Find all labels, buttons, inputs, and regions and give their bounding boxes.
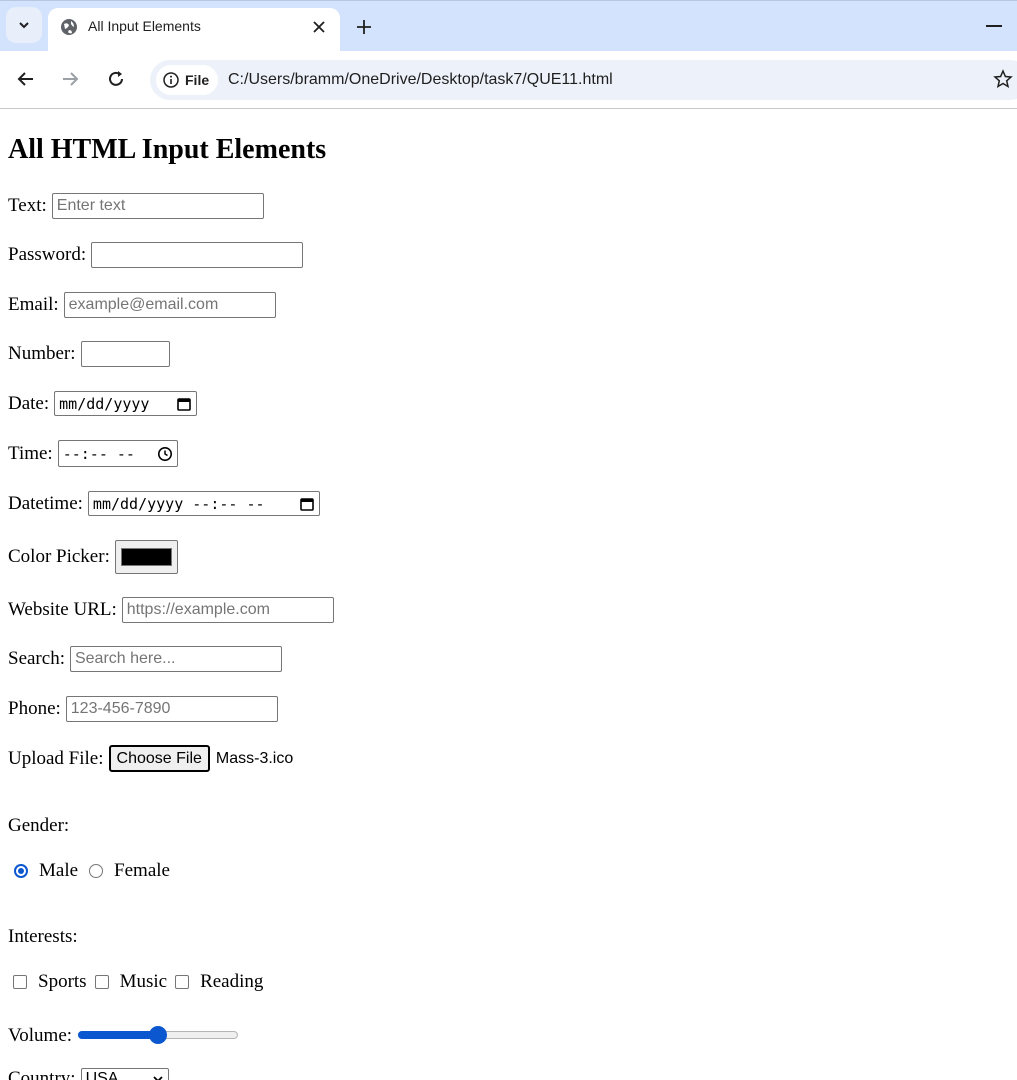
site-chip-label: File bbox=[185, 72, 210, 88]
gender-male-label[interactable]: Male bbox=[39, 860, 78, 882]
country-select[interactable]: USA bbox=[80, 1068, 169, 1080]
search-row: Search: Search here... bbox=[8, 646, 282, 672]
slider-fill bbox=[78, 1030, 159, 1039]
interest-music-label[interactable]: Music bbox=[120, 971, 168, 993]
date-input[interactable]: mm/dd/yyyy bbox=[54, 391, 198, 416]
interests-label: Interests: bbox=[8, 926, 78, 947]
reload-icon[interactable] bbox=[106, 69, 126, 89]
gender-heading-row: Gender: bbox=[8, 815, 69, 837]
back-arrow-icon[interactable] bbox=[16, 69, 36, 89]
time-row: Time: --:-- -- bbox=[8, 440, 178, 467]
country-row: Country: USA bbox=[8, 1068, 169, 1080]
interest-music-checkbox[interactable] bbox=[94, 975, 109, 989]
text-input[interactable]: Enter text bbox=[51, 193, 264, 219]
url-input[interactable]: https://example.com bbox=[121, 597, 334, 623]
date-placeholder: mm/dd/yyyy bbox=[59, 394, 150, 413]
browser-toolbar: File C:/Users/bramm/OneDrive/Desktop/tas… bbox=[0, 51, 1017, 109]
browser-tab[interactable]: All Input Elements bbox=[48, 8, 340, 51]
email-label: Email: bbox=[8, 294, 59, 315]
password-row: Password: bbox=[8, 242, 304, 268]
site-info-chip[interactable]: File bbox=[156, 65, 218, 95]
interests-heading-row: Interests: bbox=[8, 926, 78, 948]
email-row: Email: example@email.com bbox=[8, 292, 276, 318]
close-tab-icon[interactable] bbox=[310, 18, 328, 36]
clock-icon[interactable] bbox=[157, 446, 173, 462]
phone-label: Phone: bbox=[8, 698, 61, 719]
globe-icon bbox=[61, 19, 77, 35]
gender-female-label[interactable]: Female bbox=[114, 860, 170, 882]
url-text[interactable]: C:/Users/bramm/OneDrive/Desktop/task7/QU… bbox=[228, 71, 613, 89]
info-icon bbox=[163, 72, 179, 88]
phone-row: Phone: 123-456-7890 bbox=[8, 696, 278, 722]
search-label: Search: bbox=[8, 648, 65, 669]
volume-slider[interactable] bbox=[78, 1024, 239, 1044]
tab-title: All Input Elements bbox=[88, 18, 201, 34]
gender-male-radio[interactable] bbox=[14, 864, 28, 878]
country-label: Country: bbox=[8, 1068, 76, 1080]
new-tab-icon[interactable] bbox=[354, 17, 374, 37]
time-input[interactable]: --:-- -- bbox=[57, 440, 178, 467]
page-content: All HTML Input Elements Text: Enter text… bbox=[8, 110, 1009, 1080]
interest-reading-checkbox[interactable] bbox=[175, 975, 190, 989]
slider-thumb[interactable] bbox=[149, 1025, 168, 1044]
forward-arrow-icon[interactable] bbox=[60, 69, 80, 89]
time-label: Time: bbox=[8, 442, 53, 464]
minimize-button[interactable] bbox=[986, 25, 1002, 27]
interest-reading-label[interactable]: Reading bbox=[200, 971, 263, 993]
calendar-icon[interactable] bbox=[299, 496, 315, 512]
bookmark-star-icon[interactable] bbox=[993, 69, 1013, 89]
calendar-icon[interactable] bbox=[176, 396, 192, 412]
browser-chrome: All Input Elements File C:/Users/bramm/O… bbox=[0, 0, 1017, 109]
interests-options: Sports Music Reading bbox=[8, 971, 263, 993]
datetime-label: Datetime: bbox=[8, 492, 83, 514]
volume-row: Volume: bbox=[8, 1020, 239, 1047]
date-row: Date: mm/dd/yyyy bbox=[8, 391, 198, 416]
color-row: Color Picker: bbox=[8, 540, 178, 574]
search-input[interactable]: Search here... bbox=[69, 646, 282, 672]
url-row: Website URL: https://example.com bbox=[8, 597, 334, 623]
page-title: All HTML Input Elements bbox=[8, 134, 327, 165]
address-bar[interactable]: File C:/Users/bramm/OneDrive/Desktop/tas… bbox=[150, 60, 1017, 100]
number-label: Number: bbox=[8, 343, 76, 364]
color-swatch bbox=[120, 548, 172, 566]
datetime-input[interactable]: mm/dd/yyyy --:-- -- bbox=[87, 491, 320, 516]
phone-input[interactable]: 123-456-7890 bbox=[65, 696, 278, 722]
text-row: Text: Enter text bbox=[8, 193, 264, 219]
datetime-placeholder: mm/dd/yyyy --:-- -- bbox=[92, 494, 265, 513]
password-input[interactable] bbox=[91, 242, 304, 268]
volume-label: Volume: bbox=[8, 1025, 73, 1046]
choose-file-button[interactable]: Choose File bbox=[108, 745, 210, 772]
tab-search-button[interactable] bbox=[6, 7, 42, 43]
password-label: Password: bbox=[8, 244, 87, 265]
country-selected: USA bbox=[85, 1070, 119, 1080]
url-label: Website URL: bbox=[8, 599, 117, 620]
color-picker[interactable] bbox=[114, 540, 178, 574]
email-input[interactable]: example@email.com bbox=[63, 292, 276, 318]
color-label: Color Picker: bbox=[8, 546, 110, 567]
interest-sports-checkbox[interactable] bbox=[13, 975, 27, 989]
file-name: Mass-3.ico bbox=[215, 749, 294, 767]
date-label: Date: bbox=[8, 392, 50, 414]
file-label: Upload File: bbox=[8, 747, 104, 769]
chevron-down-icon bbox=[19, 22, 29, 29]
gender-options: Male Female bbox=[8, 860, 170, 882]
chevron-down-icon bbox=[152, 1076, 163, 1080]
text-label: Text: bbox=[8, 195, 47, 216]
number-input[interactable] bbox=[80, 341, 170, 367]
number-row: Number: bbox=[8, 341, 170, 367]
interest-sports-label[interactable]: Sports bbox=[38, 971, 87, 993]
datetime-row: Datetime: mm/dd/yyyy --:-- -- bbox=[8, 491, 320, 516]
gender-label: Gender: bbox=[8, 815, 70, 836]
time-placeholder: --:-- -- bbox=[62, 444, 135, 463]
gender-female-radio[interactable] bbox=[89, 864, 104, 878]
file-row: Upload File: Choose File Mass-3.ico bbox=[8, 745, 293, 772]
